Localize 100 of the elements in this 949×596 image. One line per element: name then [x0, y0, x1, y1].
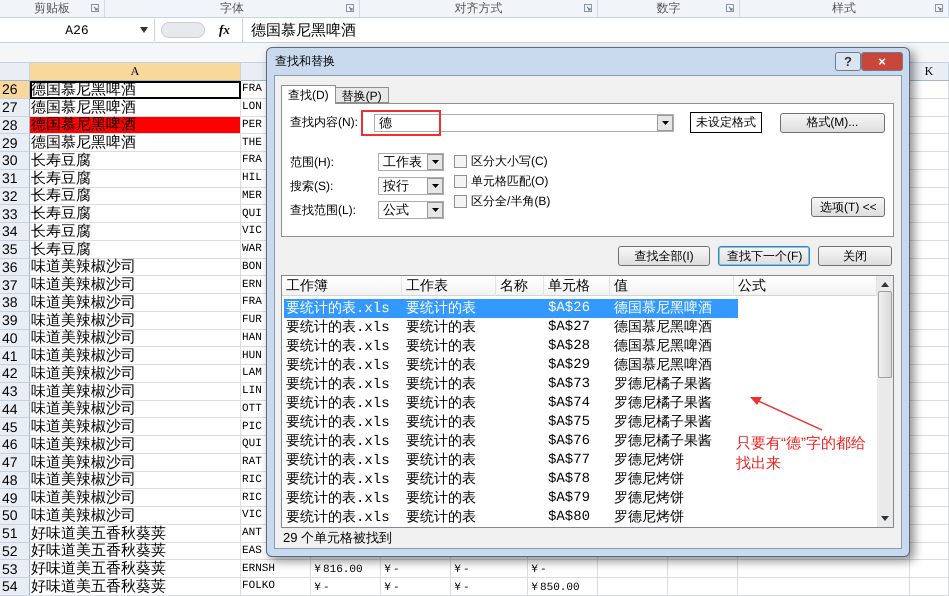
- row-header[interactable]: 28: [0, 116, 30, 134]
- ribbon-group-label: 字体: [220, 0, 244, 17]
- name-box[interactable]: A26: [0, 19, 155, 41]
- sheet-cell: ￥-: [451, 560, 528, 578]
- row-header[interactable]: 37: [0, 276, 30, 294]
- annotation-note: 只要有“德”字的都给找出来: [736, 434, 867, 474]
- sheet-cell: 味道美辣椒沙司: [30, 454, 241, 472]
- row-header[interactable]: 32: [0, 188, 30, 206]
- row-header[interactable]: 49: [0, 489, 30, 507]
- resize-handle[interactable]: [161, 22, 205, 38]
- options-button[interactable]: 选项(T) <<: [811, 197, 885, 217]
- sheet-cell: 长寿豆腐: [30, 223, 241, 241]
- caret-icon: [432, 208, 438, 212]
- ribbon-group-label: 样式: [832, 0, 856, 17]
- format-preview: 未设定格式: [690, 112, 762, 133]
- column-header[interactable]: 工作表: [402, 276, 496, 296]
- column-header[interactable]: 公式: [734, 276, 877, 296]
- help-button[interactable]: ?: [835, 52, 861, 71]
- sheet-cell: ￥-: [381, 578, 451, 596]
- row-header[interactable]: 46: [0, 436, 30, 454]
- row-header[interactable]: 43: [0, 382, 30, 400]
- row-header[interactable]: 42: [0, 365, 30, 383]
- row-header[interactable]: 41: [0, 347, 30, 365]
- dialog-title: 查找和替换: [275, 53, 336, 70]
- select-field[interactable]: 公式: [378, 201, 444, 219]
- formula-field[interactable]: 德国慕尼黑啤酒: [242, 18, 949, 42]
- sheet-cell: 味道美辣椒沙司: [30, 489, 241, 507]
- dropdown-button[interactable]: [427, 154, 443, 170]
- sheet-cell: ￥-: [528, 560, 598, 578]
- row-header[interactable]: 30: [0, 152, 30, 170]
- row-header[interactable]: 50: [0, 507, 30, 525]
- dialog-button[interactable]: 查找下一个(F): [718, 246, 810, 266]
- row-header[interactable]: 38: [0, 294, 30, 312]
- caret-icon[interactable]: [140, 27, 148, 33]
- row-header[interactable]: 40: [0, 330, 30, 348]
- dialog-launcher-icon[interactable]: [935, 4, 943, 12]
- row-header[interactable]: 34: [0, 223, 30, 241]
- dropdown-button[interactable]: [427, 202, 443, 218]
- row-header[interactable]: 35: [0, 240, 30, 258]
- dialog-launcher-icon[interactable]: [584, 4, 592, 12]
- dropdown-button[interactable]: [657, 114, 674, 130]
- row-header[interactable]: 48: [0, 472, 30, 490]
- sheet-cell: 长寿豆腐: [30, 188, 241, 206]
- column-header[interactable]: 名称: [496, 276, 544, 296]
- dropdown-button[interactable]: [427, 178, 443, 194]
- column-header[interactable]: K: [910, 63, 949, 81]
- row-header[interactable]: 44: [0, 400, 30, 418]
- scroll-down-icon[interactable]: [881, 516, 889, 521]
- sheet-cell: 味道美辣椒沙司: [30, 258, 241, 276]
- sheet-cell: 味道美辣椒沙司: [30, 382, 241, 400]
- row-header[interactable]: 39: [0, 312, 30, 330]
- dialog-button[interactable]: 关闭: [818, 246, 892, 266]
- row-header[interactable]: 45: [0, 418, 30, 436]
- dialog-launcher-icon[interactable]: [346, 4, 354, 12]
- select-field[interactable]: 按行: [378, 177, 444, 195]
- sheet-cell: ERNSH: [241, 560, 311, 578]
- scrollbar[interactable]: [877, 276, 893, 527]
- checkbox[interactable]: [454, 175, 467, 188]
- sheet-cell: 长寿豆腐: [30, 205, 241, 223]
- dialog-button[interactable]: 查找全部(I): [618, 246, 710, 266]
- sheet-cell: ￥-: [311, 578, 381, 596]
- row-header[interactable]: 27: [0, 98, 30, 116]
- checkbox[interactable]: [454, 155, 467, 168]
- sheet-cell: 味道美辣椒沙司: [30, 507, 241, 525]
- find-what-field[interactable]: 德: [374, 114, 674, 132]
- ribbon-group-label: 对齐方式: [454, 0, 502, 17]
- row-header[interactable]: 52: [0, 542, 30, 560]
- row-header[interactable]: 47: [0, 454, 30, 472]
- sheet-cell: 好味道美五香秋葵荚: [30, 542, 241, 560]
- dialog-launcher-icon[interactable]: [91, 4, 99, 12]
- checkbox-label: 区分大小写(C): [471, 153, 548, 170]
- row-header[interactable]: 54: [0, 578, 30, 596]
- row-header[interactable]: 53: [0, 560, 30, 578]
- column-header[interactable]: 值: [610, 276, 734, 296]
- column-header[interactable]: 单元格: [544, 276, 610, 296]
- sheet-cell: 味道美辣椒沙司: [30, 312, 241, 330]
- row-header[interactable]: 31: [0, 170, 30, 188]
- row-header[interactable]: 33: [0, 205, 30, 223]
- row-header[interactable]: 51: [0, 524, 30, 542]
- column-header[interactable]: A: [30, 63, 241, 81]
- checkbox-label: 区分全/半角(B): [471, 193, 550, 210]
- close-button[interactable]: ×: [861, 52, 903, 71]
- insert-function-button[interactable]: fx: [219, 22, 230, 38]
- row-header[interactable]: 26: [0, 81, 30, 99]
- dialog-launcher-icon[interactable]: [726, 4, 734, 12]
- caret-icon: [662, 120, 669, 124]
- sheet-cell: 好味道美五香秋葵荚: [30, 560, 241, 578]
- sheet-cell: 德国慕尼黑啤酒: [30, 98, 241, 116]
- sheet-cell: 长寿豆腐: [30, 152, 241, 170]
- row-header[interactable]: 36: [0, 258, 30, 276]
- row-header[interactable]: 29: [0, 134, 30, 152]
- scroll-up-icon[interactable]: [881, 282, 889, 287]
- select-field[interactable]: 工作表: [378, 153, 444, 171]
- checkbox[interactable]: [454, 195, 467, 208]
- dialog-tab[interactable]: 替换(P): [334, 87, 389, 103]
- format-button[interactable]: 格式(M)...: [780, 112, 885, 132]
- checkbox-label: 单元格匹配(O): [471, 173, 548, 190]
- dialog-tab[interactable]: 查找(D): [281, 85, 336, 104]
- sheet-cell: 长寿豆腐: [30, 170, 241, 188]
- column-header[interactable]: 工作簿: [282, 276, 402, 296]
